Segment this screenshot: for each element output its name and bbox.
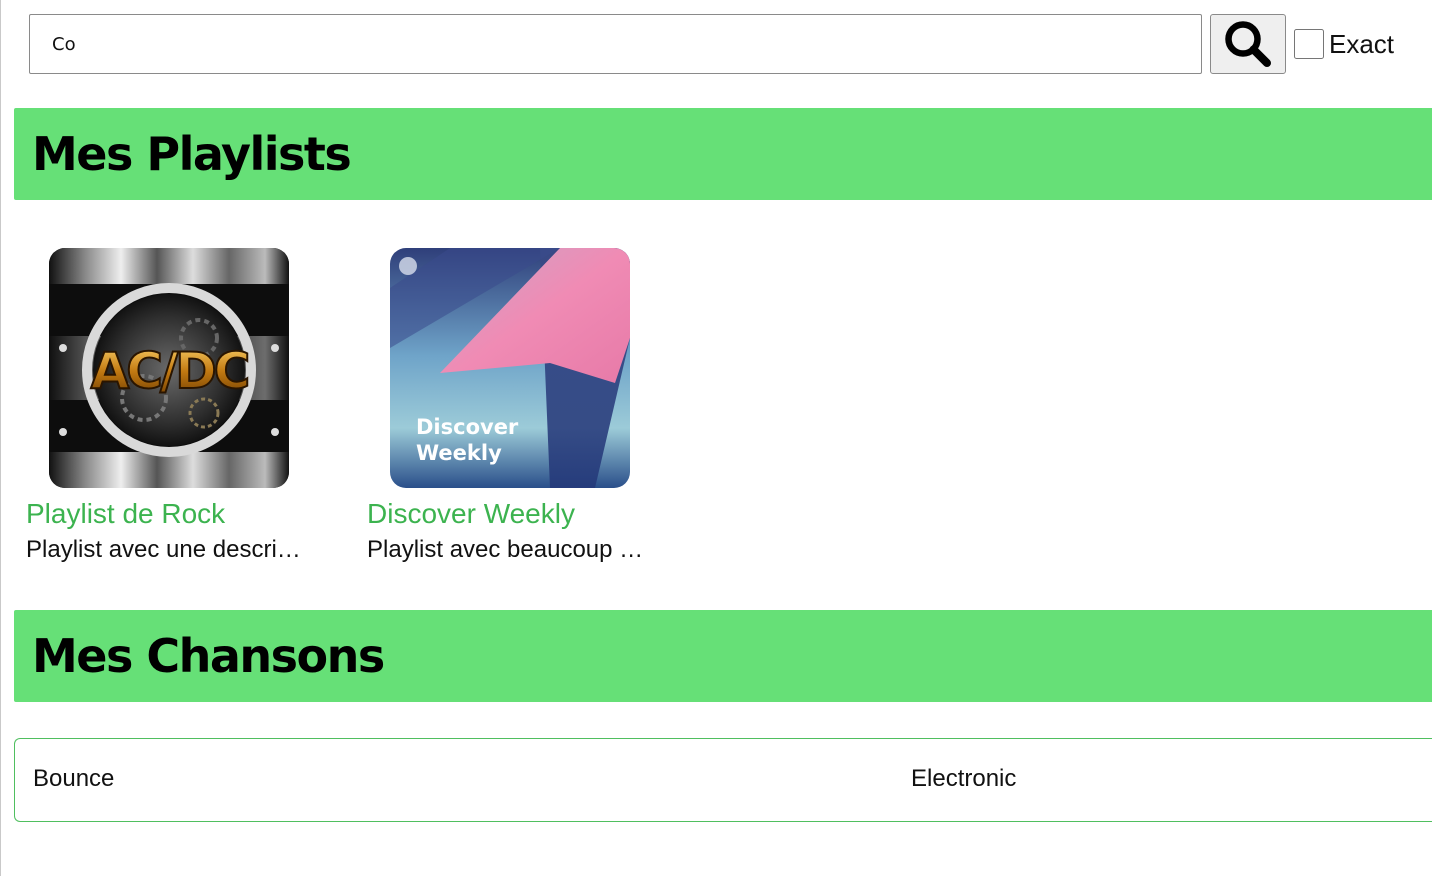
song-row[interactable]: Bounce Electronic — [14, 738, 1432, 822]
playlist-cover-logo: AC/DC — [91, 342, 248, 400]
search-icon — [1225, 21, 1271, 67]
playlist-cover-text-line1: Discover — [416, 415, 519, 439]
playlist-cover-image: AC/DC — [49, 248, 289, 488]
songs-section-header: Mes Chansons — [14, 610, 1432, 702]
page: Exact Mes Playlists — [0, 0, 1432, 876]
playlist-cover-text-line2: Weekly — [416, 441, 502, 465]
search-button[interactable] — [1210, 14, 1286, 74]
song-title: Bounce — [33, 765, 115, 792]
playlists-section-header: Mes Playlists — [14, 108, 1432, 200]
songs-section-title: Mes Chansons — [32, 629, 385, 683]
playlists-section-title: Mes Playlists — [32, 127, 352, 181]
song-genre: Electronic — [911, 765, 1017, 792]
exact-checkbox[interactable] — [1294, 29, 1324, 59]
search-input[interactable] — [29, 14, 1202, 74]
playlist-description: Playlist avec une description — [26, 536, 311, 563]
playlist-title[interactable]: Playlist de Rock — [26, 498, 326, 530]
playlist-title[interactable]: Discover Weekly — [367, 498, 667, 530]
playlist-cover-image: Discover Weekly — [390, 248, 630, 488]
exact-option: Exact — [1294, 27, 1394, 61]
playlist-description: Playlist avec beaucoup de chansons — [367, 536, 652, 563]
exact-label: Exact — [1329, 28, 1395, 59]
search-bar: Exact — [29, 14, 1432, 74]
